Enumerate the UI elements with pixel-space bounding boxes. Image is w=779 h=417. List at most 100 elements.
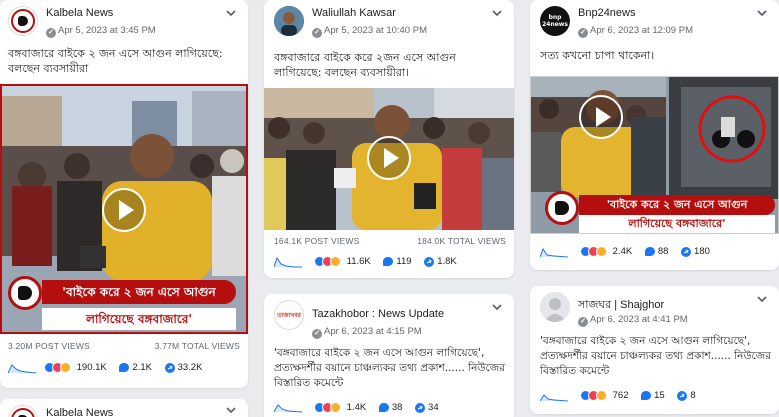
haha-icon [60,362,71,373]
video-caption-line2: লাগিয়েছে বঙ্গবাজারে' [42,308,236,330]
chevron-down-icon[interactable] [490,300,504,314]
engagement-row: 2.4K 88 180 [580,246,710,260]
post-header: bnp 24news Bnp24news ✓ Apr 6, 2023 at 12:… [540,6,771,40]
post-card-waliullah[interactable]: Waliullah Kawsar ✓ Apr 5, 2023 at 10:40 P… [264,0,514,278]
reaction-count[interactable]: 190.1K [77,362,107,373]
engagement-row: 11.6K 119 1.8K [314,256,457,270]
share-count[interactable]: 33.2K [178,362,203,373]
tazakhobor-logo: তাজাখবর [277,312,301,319]
reaction-count[interactable]: 762 [613,390,629,401]
post-meta: ✓ Apr 6, 2023 at 4:15 PM [312,326,422,339]
avatar[interactable] [540,292,570,322]
page-name[interactable]: Kalbela News [46,407,113,417]
total-views: 184.0K TOTAL VIEWS [417,236,506,246]
comment-icon [383,257,394,266]
post-text: বঙ্গবাজারে বাইকে করে ২জন এসে আগুন লাগিয়… [274,51,456,79]
avatar[interactable] [8,6,38,36]
post-timestamp[interactable]: Apr 5, 2023 at 3:45 PM [58,25,156,36]
globe-icon: ✓ [312,28,322,38]
reaction-count[interactable]: 1.4K [347,402,367,413]
globe-icon: ✓ [578,28,588,38]
comment-count[interactable]: 38 [392,402,403,413]
play-button[interactable] [579,95,623,139]
video-caption-line2: লাগিয়েছে বঙ্গবাজারে' [579,215,775,233]
post-timestamp[interactable]: Apr 6, 2023 at 12:09 PM [590,25,693,36]
comment-icon [378,403,389,412]
comment-count[interactable]: 119 [396,256,411,267]
comment-count[interactable]: 15 [654,390,665,401]
share-count[interactable]: 1.8K [437,256,457,267]
post-card-kalbela-2[interactable]: Kalbela News [0,399,248,417]
post-text: সত্য কখনো চাপা থাকেনা। [540,49,655,62]
share-count[interactable]: 8 [690,390,695,401]
chevron-down-icon[interactable] [755,292,769,306]
avatar[interactable] [274,6,304,36]
globe-icon: ✓ [578,317,588,327]
avatar[interactable]: bnp 24news [540,6,570,36]
engagement-row: 190.1K 2.1K 33.2K [44,362,202,376]
post-views: 3.20M POST VIEWS [8,341,90,351]
views-sparkline [274,256,302,268]
reaction-count[interactable]: 2.4K [613,246,633,257]
views-sparkline [8,364,36,374]
post-card-shajghor[interactable]: সাজঘর | Shajghor ✓ Apr 6, 2023 at 4:41 PM… [530,286,779,414]
post-meta: ✓ Apr 5, 2023 at 3:45 PM [46,25,156,38]
views-sparkline [274,404,302,413]
post-header: Kalbela News ✓ Apr 5, 2023 at 3:45 PM [8,6,240,40]
kalbela-logo [11,408,35,417]
chevron-down-icon[interactable] [224,403,238,417]
share-icon [164,362,175,373]
post-header: তাজাখবর Tazakhobor : News Update ✓ Apr 6,… [274,300,506,339]
page-name[interactable]: সাজঘর | Shajghor [578,296,664,315]
bnp24-logo: bnp 24news [542,14,568,28]
post-text: 'বঙ্গবাজারে বাইকে ২ জন এসে আগুন লাগিয়েছ… [540,335,771,377]
comment-count[interactable]: 2.1K [132,362,152,373]
haha-icon [596,246,607,257]
kalbela-logo [8,276,42,310]
reaction-count[interactable]: 11.6K [347,256,371,267]
post-timestamp[interactable]: Apr 6, 2023 at 4:41 PM [590,314,688,325]
page-name[interactable]: Waliullah Kawsar [312,7,396,19]
avatar[interactable] [8,405,38,417]
post-card-bnp24news[interactable]: bnp 24news Bnp24news ✓ Apr 6, 2023 at 12:… [530,0,779,270]
page-name[interactable]: Kalbela News [46,7,113,19]
post-card-kalbela[interactable]: Kalbela News ✓ Apr 5, 2023 at 3:45 PM বঙ্… [0,0,248,388]
post-timestamp[interactable]: Apr 6, 2023 at 4:15 PM [324,326,422,337]
globe-icon: ✓ [46,28,56,38]
play-button[interactable] [102,188,146,232]
post-meta: ✓ Apr 5, 2023 at 10:40 PM [312,25,427,38]
page-name[interactable]: Bnp24news [578,7,636,19]
engagement-row: 762 15 8 [580,390,696,404]
kalbela-logo [545,191,579,225]
post-meta: ✓ Apr 6, 2023 at 4:41 PM [578,314,688,327]
post-header: সাজঘর | Shajghor ✓ Apr 6, 2023 at 4:41 PM [540,292,771,327]
chevron-down-icon[interactable] [755,6,769,20]
comment-count[interactable]: 88 [658,246,669,257]
comment-icon [119,363,130,372]
video-thumbnail[interactable] [264,88,514,230]
page-name[interactable]: Tazakhobor : News Update [312,308,444,320]
share-icon [424,256,435,267]
haha-icon [330,402,341,413]
video-caption-line1: 'বাইকে করে ২ জন এসে আগুন [579,195,775,215]
post-timestamp[interactable]: Apr 5, 2023 at 10:40 PM [324,25,427,36]
share-count[interactable]: 34 [428,402,439,413]
haha-icon [330,256,341,267]
chevron-down-icon[interactable] [224,6,238,20]
person-photo [274,6,304,36]
total-views: 3.77M TOTAL VIEWS [154,341,240,351]
video-thumbnail[interactable]: 'বাইকে করে ২ জন এসে আগুন লাগিয়েছে বঙ্গব… [0,84,248,334]
post-card-tazakhobor[interactable]: তাজাখবর Tazakhobor : News Update ✓ Apr 6,… [264,294,514,417]
share-count[interactable]: 180 [694,246,710,257]
globe-icon: ✓ [312,329,322,339]
avatar[interactable]: তাজাখবর [274,300,304,330]
engagement-row: 1.4K 38 34 [314,402,439,416]
share-icon [677,390,688,401]
share-icon [415,402,426,413]
post-views: 164.1K POST VIEWS [274,236,360,246]
post-text: 'বঙ্গবাজারে বাইকে ২ জন এসে আগুন লাগিয়েছ… [274,347,505,389]
play-button[interactable] [367,136,411,180]
video-thumbnail[interactable]: 'বাইকে করে ২ জন এসে আগুন লাগিয়েছে বঙ্গব… [530,76,779,234]
kalbela-logo [11,9,35,33]
chevron-down-icon[interactable] [490,6,504,20]
